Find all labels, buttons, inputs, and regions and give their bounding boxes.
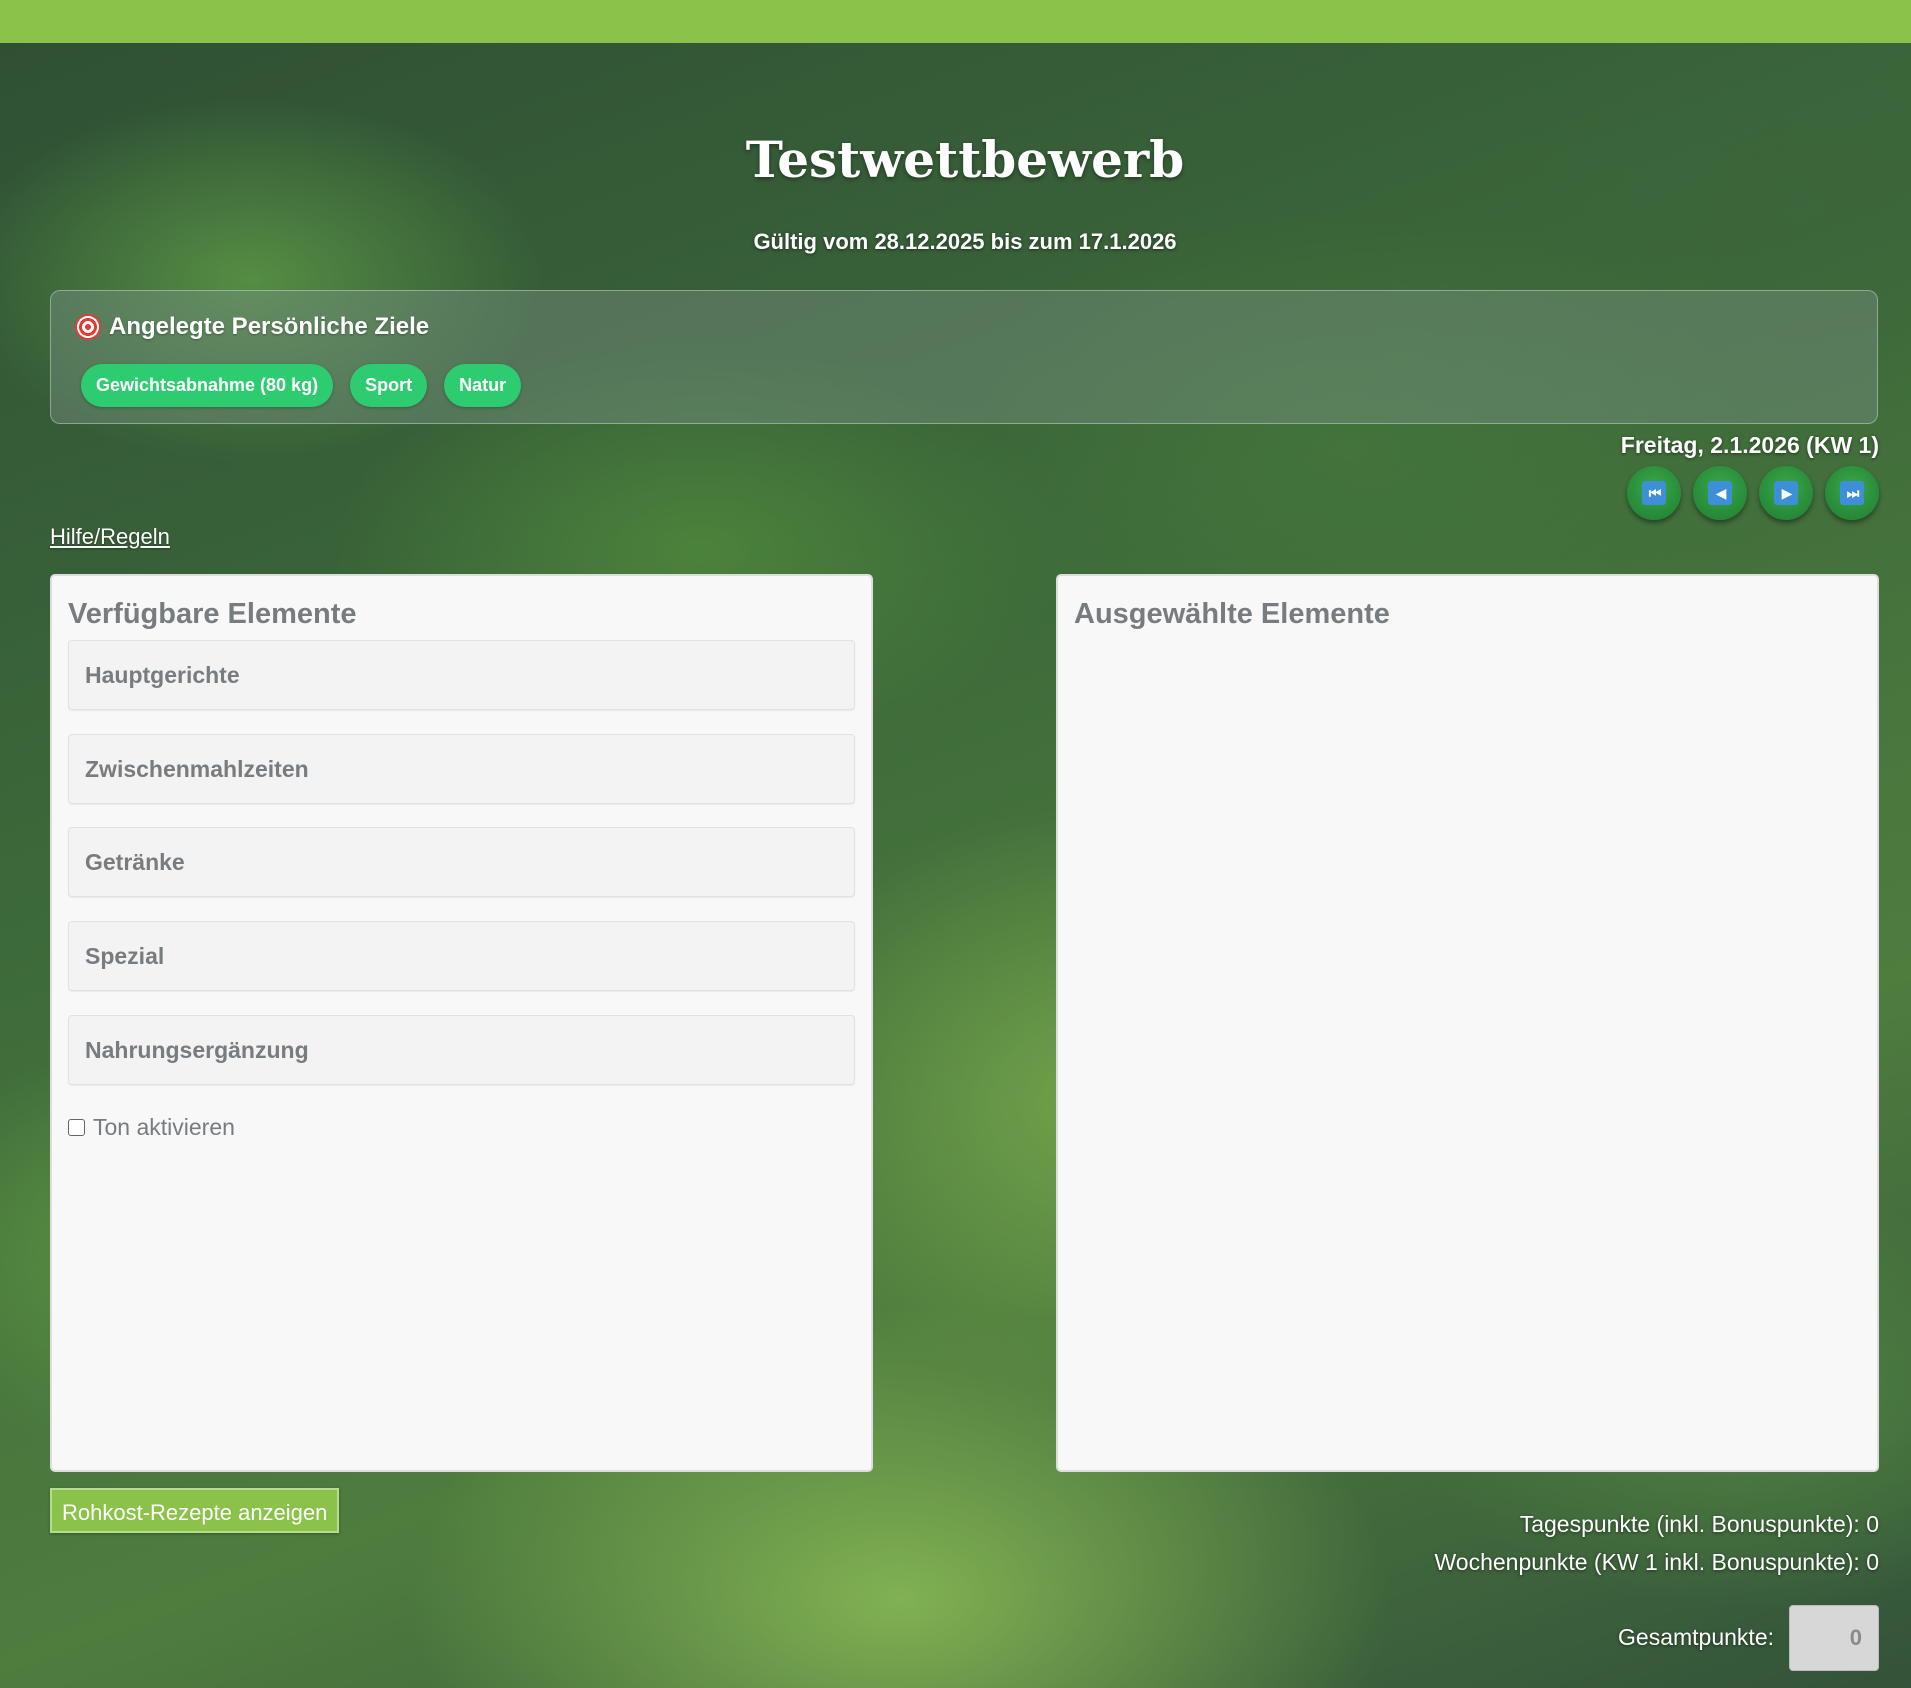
help-rules-link[interactable]: Hilfe/Regeln — [50, 524, 170, 550]
sound-toggle[interactable]: Ton aktivieren — [68, 1114, 235, 1141]
total-points-label: Gesamtpunkte: — [1618, 1624, 1774, 1650]
next-day-button[interactable]: ▶ — [1759, 466, 1813, 520]
category-drinks[interactable]: Getränke — [68, 827, 855, 897]
selected-elements-title: Ausgewählte Elemente — [1074, 598, 1390, 630]
goal-chip: Gewichtsabnahme (80 kg) — [81, 364, 334, 407]
skip-forward-icon: ⏭ — [1840, 481, 1864, 505]
previous-day-button[interactable]: ◀ — [1693, 466, 1747, 520]
category-snacks[interactable]: Zwischenmahlzeiten — [68, 734, 855, 804]
sound-label: Ton aktivieren — [93, 1114, 235, 1140]
total-points-value: 0 — [1789, 1605, 1879, 1671]
daily-points: Tagespunkte (inkl. Bonuspunkte): 0 — [1519, 1511, 1879, 1537]
validity-period: Gültig vom 28.12.2025 bis zum 17.1.2026 — [753, 229, 1177, 254]
personal-goals-panel: Angelegte Persönliche Ziele Gewichtsabna… — [50, 290, 1878, 424]
top-bar — [0, 0, 1911, 43]
category-main-dishes[interactable]: Hauptgerichte — [68, 640, 855, 710]
date-navigation: ⏮ ◀ ▶ ⏭ — [1627, 466, 1879, 520]
selected-elements-panel[interactable]: Ausgewählte Elemente — [1056, 574, 1879, 1472]
page-title: Testwettbewerb — [745, 130, 1185, 189]
goal-chip: Natur — [444, 364, 522, 407]
arrow-left-icon: ◀ — [1708, 481, 1732, 505]
goal-chip: Sport — [350, 364, 428, 407]
arrow-right-icon: ▶ — [1774, 481, 1798, 505]
goals-heading: Angelegte Persönliche Ziele — [75, 313, 429, 341]
available-elements-panel: Verfügbare Elemente Hauptgerichte Zwisch… — [50, 574, 873, 1472]
available-elements-title: Verfügbare Elemente — [68, 598, 357, 630]
raw-food-recipes-button[interactable]: Rohkost-Rezepte anzeigen — [50, 1488, 340, 1533]
sound-checkbox[interactable] — [68, 1119, 85, 1136]
skip-back-icon: ⏮ — [1642, 481, 1666, 505]
weekly-points: Wochenpunkte (KW 1 inkl. Bonuspunkte): 0 — [1434, 1549, 1879, 1575]
current-date: Freitag, 2.1.2026 (KW 1) — [1620, 432, 1879, 458]
category-supplements[interactable]: Nahrungsergänzung — [68, 1015, 855, 1085]
goal-chips: Gewichtsabnahme (80 kg) Sport Natur — [81, 364, 522, 407]
first-day-button[interactable]: ⏮ — [1627, 466, 1681, 520]
target-icon — [75, 314, 101, 340]
goals-heading-label: Angelegte Persönliche Ziele — [109, 313, 430, 340]
last-day-button[interactable]: ⏭ — [1825, 466, 1879, 520]
category-special[interactable]: Spezial — [68, 921, 855, 991]
